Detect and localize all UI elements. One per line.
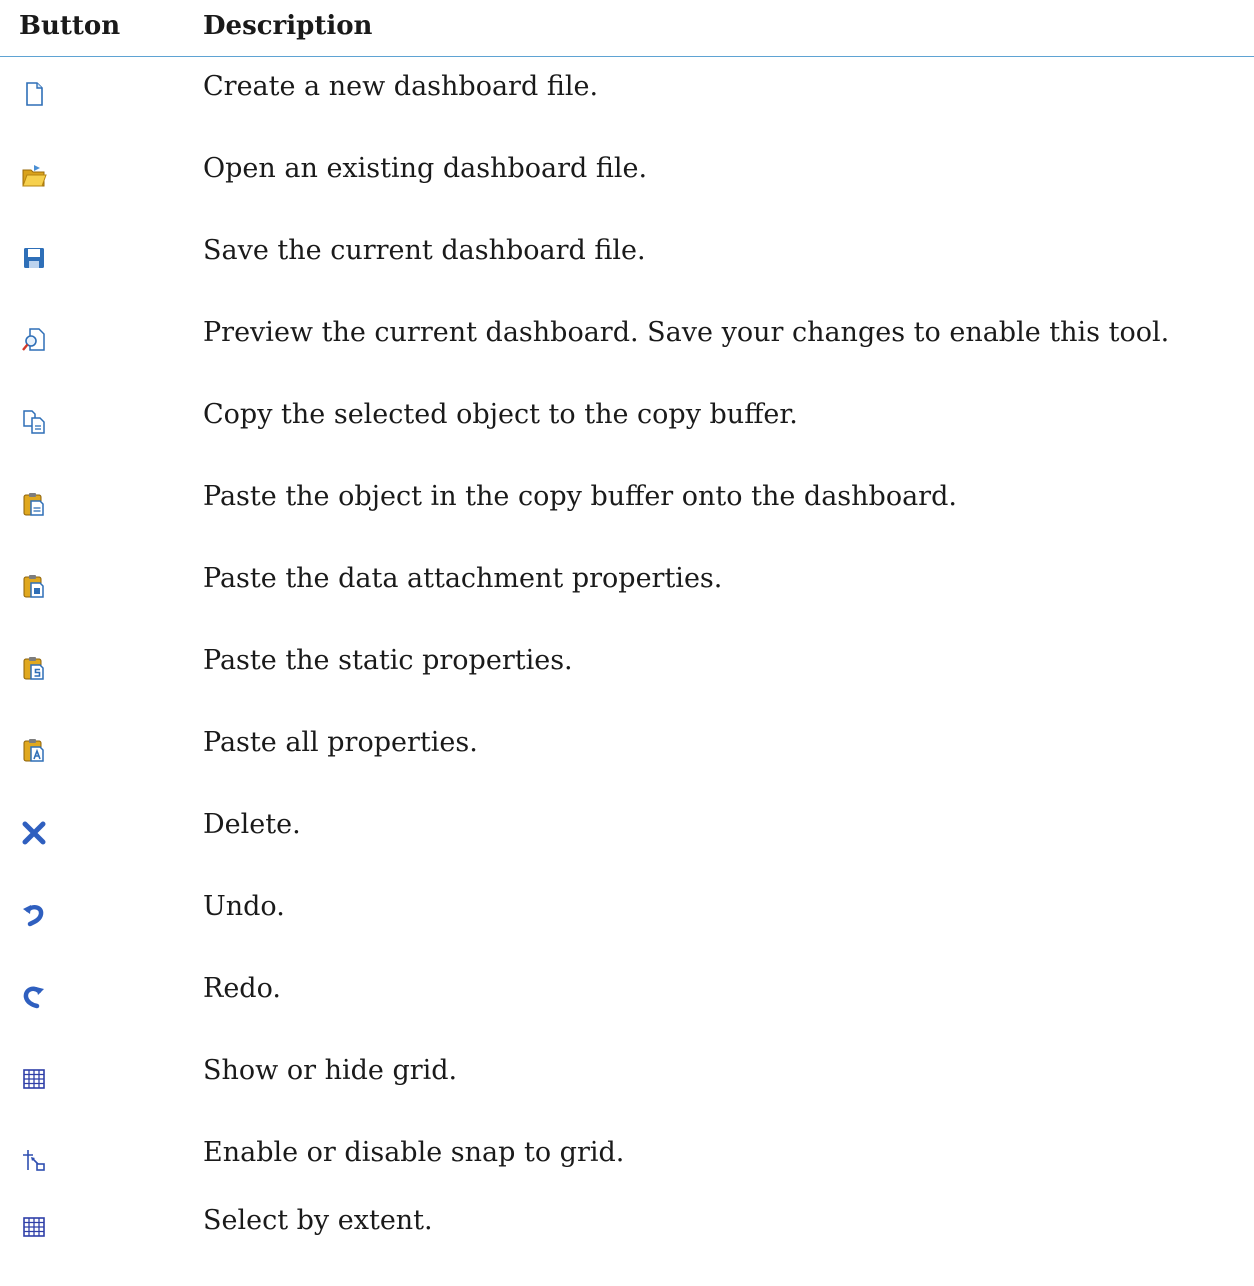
redo-icon	[20, 982, 48, 1010]
column-header-button: Button	[19, 11, 121, 41]
row-description: Create a new dashboard file.	[203, 71, 599, 102]
table-row: Undo.	[0, 876, 1254, 958]
paste-all-properties-icon	[20, 736, 48, 764]
grid-icon	[20, 1064, 48, 1092]
row-description: Save the current dashboard file.	[203, 235, 646, 266]
table-row: Paste the object in the copy buffer onto…	[0, 466, 1254, 548]
copy-icon	[20, 408, 48, 436]
row-description: Paste the object in the copy buffer onto…	[203, 481, 957, 512]
table-row: Paste the data attachment properties.	[0, 548, 1254, 630]
row-description: Open an existing dashboard file.	[203, 153, 648, 184]
table-row: Preview the current dashboard. Save your…	[0, 302, 1254, 384]
table-row: Create a new dashboard file.	[0, 56, 1254, 138]
row-description: Redo.	[203, 973, 281, 1004]
row-description: Undo.	[203, 891, 285, 922]
row-description: Delete.	[203, 809, 301, 840]
paste-static-properties-icon	[20, 654, 48, 682]
table-row: Select by extent.	[0, 1204, 1254, 1286]
snap-to-grid-icon	[20, 1146, 48, 1174]
table-row: Redo.	[0, 958, 1254, 1040]
undo-icon	[20, 900, 48, 928]
row-description: Show or hide grid.	[203, 1055, 458, 1086]
table-row: Enable or disable snap to grid.	[0, 1122, 1254, 1204]
table-row: Delete.	[0, 794, 1254, 876]
row-description: Copy the selected object to the copy buf…	[203, 399, 798, 430]
paste-data-attachment-icon	[20, 572, 48, 600]
table-row: Show or hide grid.	[0, 1040, 1254, 1122]
table-row: Save the current dashboard file.	[0, 220, 1254, 302]
delete-icon	[20, 818, 48, 846]
row-description: Enable or disable snap to grid.	[203, 1137, 625, 1168]
paste-icon	[20, 490, 48, 518]
table-row: Open an existing dashboard file.	[0, 138, 1254, 220]
save-icon	[20, 244, 48, 272]
table-header: Button Description	[0, 0, 1254, 57]
row-description: Paste all properties.	[203, 727, 478, 758]
row-description: Paste the data attachment properties.	[203, 563, 723, 594]
open-folder-icon	[20, 162, 48, 190]
new-file-icon	[20, 80, 48, 108]
table-row: Paste the static properties.	[0, 630, 1254, 712]
table-row: Copy the selected object to the copy buf…	[0, 384, 1254, 466]
row-description: Select by extent.	[203, 1205, 433, 1236]
column-header-description: Description	[203, 11, 373, 41]
row-description: Preview the current dashboard. Save your…	[203, 317, 1170, 348]
row-description: Paste the static properties.	[203, 645, 573, 676]
toolbar-buttons-table: Button Description Create a new dashboar…	[0, 0, 1254, 1237]
preview-icon	[20, 326, 48, 354]
table-row: Paste all properties.	[0, 712, 1254, 794]
